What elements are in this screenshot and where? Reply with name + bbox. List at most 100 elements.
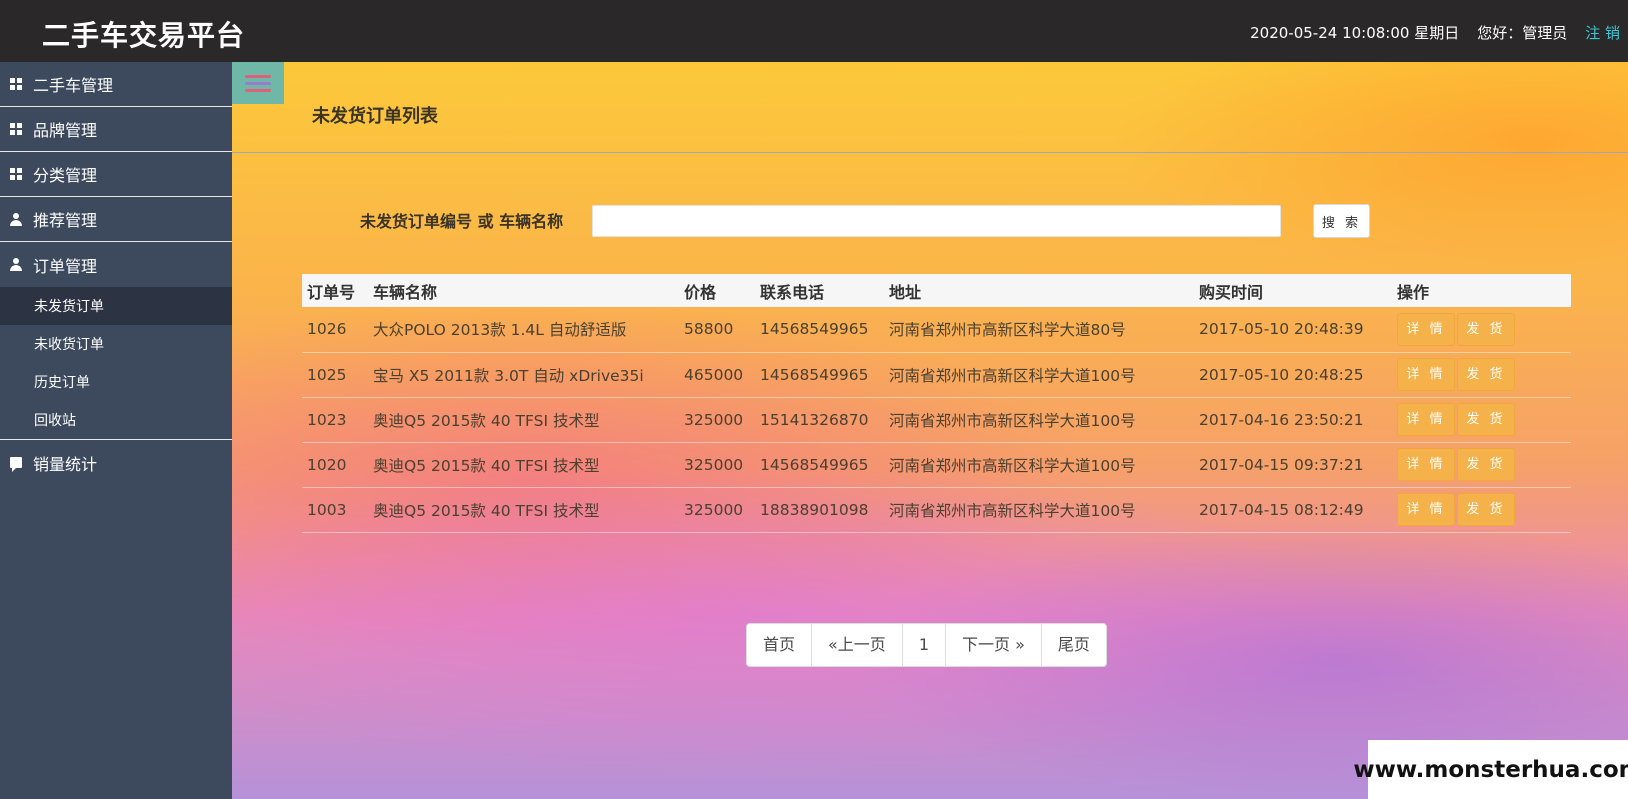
sidebar-subitem-unshipped[interactable]: 未发货订单 (0, 287, 232, 325)
ship-button[interactable]: 发 货 (1457, 403, 1515, 436)
actions-cell: 详 情发 货 (1392, 442, 1571, 488)
sidebar-subitem-history[interactable]: 历史订单 (0, 363, 232, 401)
column-header: 车辆名称 (368, 274, 679, 307)
phone: 14568549965 (755, 442, 884, 488)
sidebar-item-car-management[interactable]: 二手车管理 (0, 62, 232, 107)
order-id: 1023 (302, 397, 368, 443)
prev-page-link[interactable]: «上一页 (812, 624, 903, 666)
hamburger-icon (245, 81, 271, 85)
user-greeting: 您好：管理员 (1477, 24, 1568, 42)
phone: 14568549965 (755, 352, 884, 398)
price: 325000 (679, 442, 755, 488)
details-button[interactable]: 详 情 (1397, 312, 1455, 346)
sidebar-item-brand-management[interactable]: 品牌管理 (0, 107, 232, 152)
pagination: 首页 «上一页 1 下一页 » 尾页 (746, 623, 1107, 667)
user-icon (9, 212, 23, 226)
actions-cell: 详 情发 货 (1392, 397, 1571, 443)
actions-cell: 详 情发 货 (1392, 307, 1571, 353)
grid-icon (9, 167, 23, 181)
next-page-link[interactable]: 下一页 » (946, 624, 1042, 666)
sidebar-item-label: 二手车管理 (33, 76, 114, 95)
order-id: 1025 (302, 352, 368, 398)
address: 河南省郑州市高新区科学大道100号 (884, 442, 1194, 488)
table-row: 1026 大众POLO 2013款 1.4L 自动舒适版 58800 14568… (302, 307, 1571, 353)
order-id: 1026 (302, 307, 368, 353)
ship-button[interactable]: 发 货 (1457, 358, 1515, 391)
actions-cell: 详 情发 货 (1392, 352, 1571, 398)
search-label: 未发货订单编号 或 车辆名称 (360, 212, 564, 231)
price: 325000 (679, 397, 755, 443)
last-page-link[interactable]: 尾页 (1042, 624, 1106, 666)
sidebar: 二手车管理 品牌管理 分类管理 推荐管理 订单管理 未发货订单 未收货订单 历史… (0, 62, 232, 799)
sidebar-subitem-recycle-bin[interactable]: 回收站 (0, 401, 232, 439)
hamburger-icon (245, 74, 271, 78)
logout-link[interactable]: 注 销 (1585, 22, 1620, 43)
page-title: 未发货订单列表 (312, 106, 438, 127)
grid-icon (9, 77, 23, 91)
phone: 15141326870 (755, 397, 884, 443)
address: 河南省郑州市高新区科学大道100号 (884, 487, 1194, 533)
details-button[interactable]: 详 情 (1397, 448, 1455, 481)
column-header: 价格 (679, 274, 755, 307)
search-input[interactable] (592, 205, 1281, 237)
grid-icon (9, 122, 23, 136)
ship-button[interactable]: 发 货 (1457, 493, 1515, 526)
ship-button[interactable]: 发 货 (1457, 312, 1515, 346)
table-row: 1025 宝马 X5 2011款 3.0T 自动 xDrive35i 46500… (302, 352, 1571, 398)
column-header: 联系电话 (755, 274, 884, 307)
car-name: 奥迪Q5 2015款 40 TFSI 技术型 (368, 397, 679, 443)
app-title: 二手车交易平台 (42, 19, 246, 52)
sidebar-item-label: 分类管理 (33, 166, 98, 185)
table-header-row: 订单号 车辆名称 价格 联系电话 地址 购买时间 操作 (302, 274, 1571, 307)
purchase-time: 2017-04-15 09:37:21 (1194, 442, 1392, 488)
table-row: 1023 奥迪Q5 2015款 40 TFSI 技术型 325000 15141… (302, 397, 1571, 443)
car-name: 大众POLO 2013款 1.4L 自动舒适版 (368, 307, 679, 353)
main-content: 未发货订单列表 未发货订单编号 或 车辆名称 搜 索 订单号 车辆名称 价格 联… (232, 62, 1628, 799)
phone: 18838901098 (755, 487, 884, 533)
sidebar-item-label: 推荐管理 (33, 211, 98, 230)
hamburger-icon (245, 88, 271, 92)
user-icon (9, 258, 23, 272)
divider (232, 152, 1628, 153)
actions-cell: 详 情发 货 (1392, 487, 1571, 533)
search-button[interactable]: 搜 索 (1313, 204, 1370, 238)
column-header: 操作 (1392, 274, 1571, 307)
sidebar-item-order-management[interactable]: 订单管理 (0, 242, 232, 287)
watermark: www.monsterhua.com (1353, 740, 1628, 799)
car-name: 奥迪Q5 2015款 40 TFSI 技术型 (368, 442, 679, 488)
top-right-info: 2020-05-24 10:08:00 星期日 您好：管理员 注 销 (1250, 22, 1620, 43)
order-id: 1020 (302, 442, 368, 488)
details-button[interactable]: 详 情 (1397, 358, 1455, 391)
datetime-display: 2020-05-24 10:08:00 星期日 (1250, 24, 1460, 42)
table-row: 1020 奥迪Q5 2015款 40 TFSI 技术型 325000 14568… (302, 442, 1571, 488)
order-submenu: 未发货订单 未收货订单 历史订单 回收站 (0, 287, 232, 440)
sidebar-item-label: 订单管理 (33, 256, 98, 276)
sidebar-item-recommend-management[interactable]: 推荐管理 (0, 197, 232, 242)
ship-button[interactable]: 发 货 (1457, 448, 1515, 481)
order-id: 1003 (302, 487, 368, 533)
column-header: 订单号 (302, 274, 368, 307)
details-button[interactable]: 详 情 (1397, 493, 1455, 526)
sidebar-item-label: 销量统计 (33, 454, 98, 474)
column-header: 购买时间 (1194, 274, 1392, 307)
page-number-link[interactable]: 1 (903, 624, 946, 666)
phone: 14568549965 (755, 307, 884, 353)
details-button[interactable]: 详 情 (1397, 403, 1455, 436)
price: 465000 (679, 352, 755, 398)
address: 河南省郑州市高新区科学大道80号 (884, 307, 1194, 353)
purchase-time: 2017-05-10 20:48:39 (1194, 307, 1392, 353)
first-page-link[interactable]: 首页 (747, 624, 813, 666)
sidebar-item-sales-stats[interactable]: 销量统计 (0, 440, 232, 485)
car-name: 宝马 X5 2011款 3.0T 自动 xDrive35i (368, 352, 679, 398)
sidebar-subitem-unreceived[interactable]: 未收货订单 (0, 325, 232, 363)
price: 325000 (679, 487, 755, 533)
purchase-time: 2017-05-10 20:48:25 (1194, 352, 1392, 398)
menu-toggle-button[interactable] (232, 62, 284, 104)
sidebar-item-category-management[interactable]: 分类管理 (0, 152, 232, 197)
address: 河南省郑州市高新区科学大道100号 (884, 397, 1194, 443)
chat-icon (9, 456, 23, 472)
sidebar-item-label: 品牌管理 (33, 121, 98, 140)
address: 河南省郑州市高新区科学大道100号 (884, 352, 1194, 398)
orders-table: 订单号 车辆名称 价格 联系电话 地址 购买时间 操作 1026 大众POLO … (302, 274, 1571, 533)
table-row: 1003 奥迪Q5 2015款 40 TFSI 技术型 325000 18838… (302, 487, 1571, 533)
